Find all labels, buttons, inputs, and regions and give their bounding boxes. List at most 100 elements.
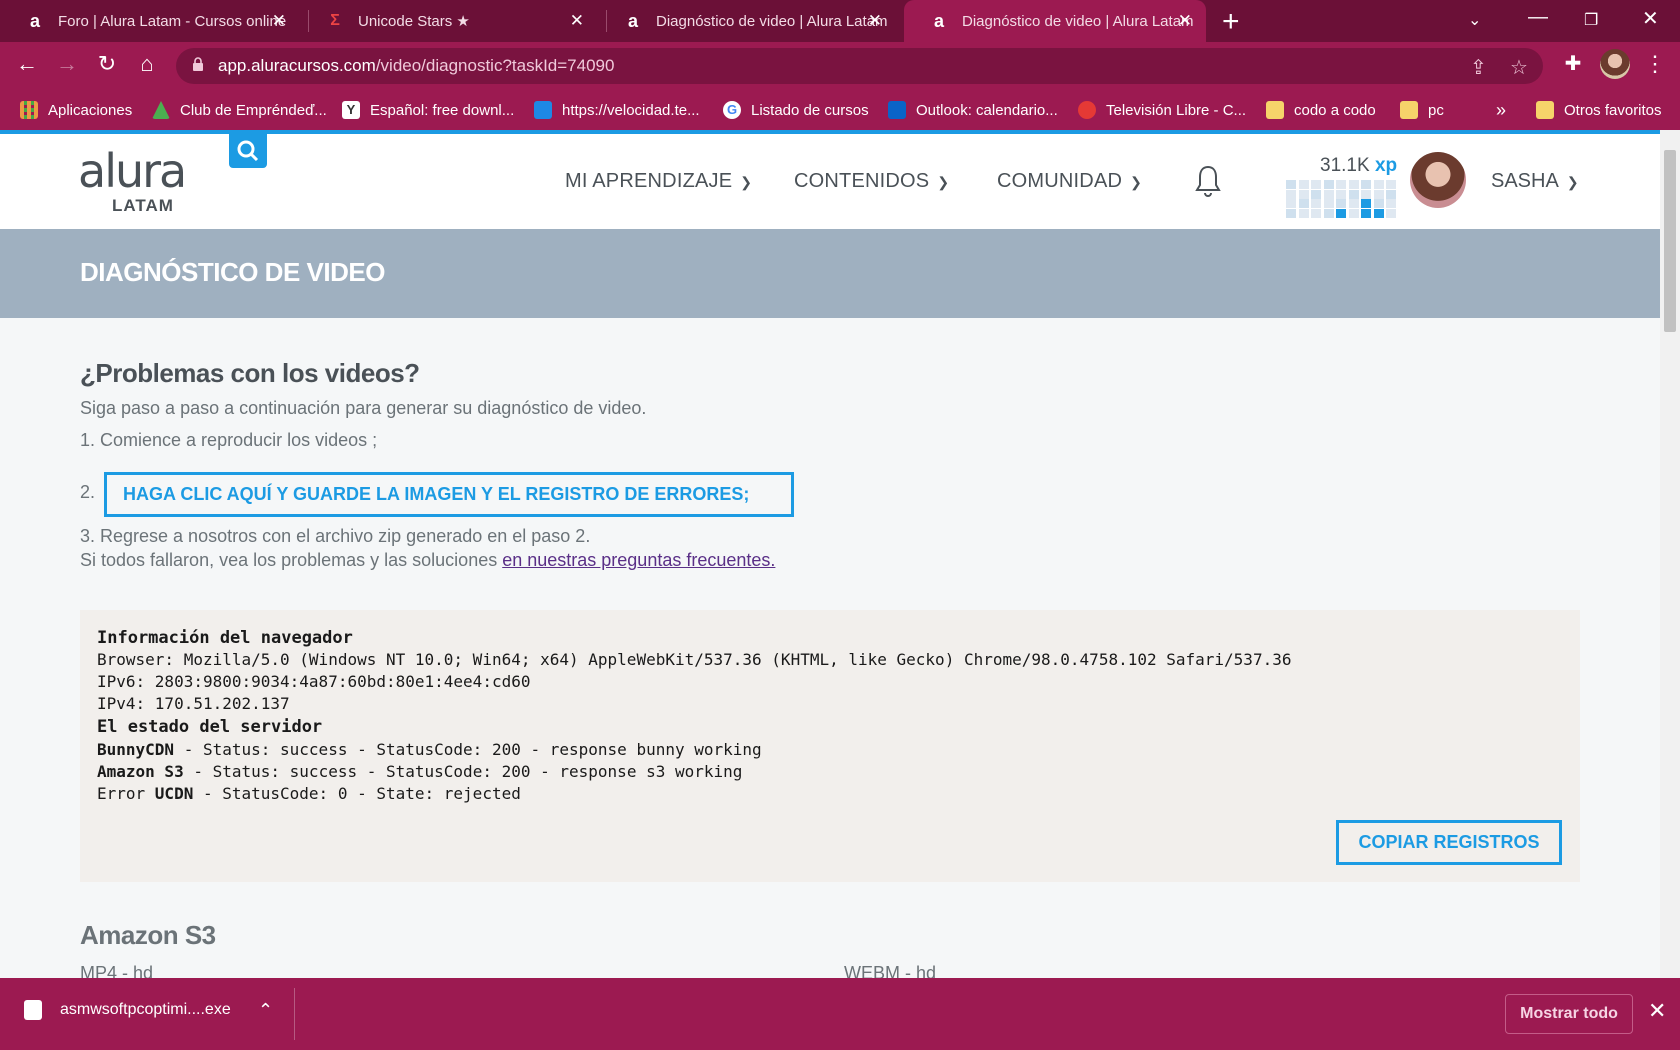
page-title: DIAGNÓSTICO DE VIDEO — [80, 257, 385, 287]
tab-foro[interactable]: a Foro | Alura Latam - Cursos online ✕ — [0, 0, 300, 42]
home-icon[interactable]: ⌂ — [132, 51, 162, 77]
nav-mi-aprendizaje[interactable]: MI APRENDIZAJE ❯ — [565, 170, 752, 193]
bookmark-club[interactable]: Club de Empréndeď... — [152, 90, 327, 130]
log-ipv6: IPv6: 2803:9800:9034:4a87:60bd:80e1:4ee4… — [97, 672, 531, 691]
toolbar: ← → ↻ ⌂ app.aluracursos.com/video/diagno… — [0, 42, 1680, 90]
bookmark-star-icon[interactable]: ☆ — [1510, 55, 1528, 80]
lock-icon — [193, 57, 203, 71]
tab-title: Unicode Stars ★ — [358, 13, 470, 30]
xp-cell — [1336, 189, 1346, 199]
search-icon — [237, 140, 259, 162]
bookmark-apps[interactable]: Aplicaciones — [20, 90, 132, 130]
bookmark-label: Televisión Libre - C... — [1106, 101, 1247, 119]
tab-search-chevron-icon[interactable]: ⌄ — [1468, 10, 1481, 30]
bookmarks-bar: Aplicaciones Club de Empréndeď... Y Espa… — [0, 90, 1680, 130]
sigma-icon: Σ — [330, 12, 340, 29]
web-page: alura LATAM MI APRENDIZAJE ❯ CONTENIDOS ❯ … — [0, 130, 1660, 978]
address-bar[interactable]: app.aluracursos.com/video/diagnostic?tas… — [176, 48, 1543, 84]
new-tab-button[interactable]: + — [1222, 5, 1240, 39]
save-log-button[interactable]: HAGA CLIC AQUÍ Y GUARDE LA IMAGEN Y EL R… — [104, 472, 794, 517]
bookmark-label: pc — [1428, 101, 1444, 119]
url-host: app.aluracursos.com — [218, 56, 376, 75]
window-close-icon[interactable]: ✕ — [1642, 6, 1659, 31]
log-ucdn-name: UCDN — [154, 784, 194, 803]
faq-link[interactable]: en nuestras preguntas frecuentes. — [502, 550, 775, 570]
chevron-up-icon[interactable]: ⌃ — [258, 1000, 273, 1021]
bookmark-label: Listado de cursos — [751, 101, 869, 119]
bookmark-label: Español: free downl... — [370, 101, 515, 119]
restore-icon[interactable]: ❐ — [1584, 10, 1598, 30]
nav-contenidos[interactable]: CONTENIDOS ❯ — [794, 170, 949, 193]
bookmark-outlook[interactable]: Outlook: calendario... — [888, 90, 1058, 130]
minimize-icon[interactable]: — — [1528, 6, 1548, 29]
alura-icon: a — [627, 10, 638, 31]
log-server-heading: El estado del servidor — [97, 717, 323, 737]
xp-cell — [1286, 189, 1296, 199]
download-item[interactable]: asmwsoftpcoptimi....exe — [24, 1000, 231, 1020]
xp-cell — [1336, 208, 1346, 218]
xp-cell — [1298, 208, 1309, 218]
folder-icon — [1266, 101, 1284, 119]
bookmark-label: Club de Empréndeď... — [180, 101, 327, 119]
xp-cell — [1298, 180, 1309, 189]
bell-icon[interactable] — [1194, 164, 1222, 198]
profile-avatar[interactable] — [1600, 49, 1630, 79]
other-bookmarks[interactable]: Otros favoritos — [1536, 90, 1662, 130]
tab-diagnostico-1[interactable]: a Diagnóstico de video | Alura Latam ✕ — [598, 0, 896, 42]
xp-cell — [1311, 189, 1321, 199]
menu-kebab-icon[interactable]: ⋮ — [1640, 51, 1670, 77]
bookmark-codo-a-codo[interactable]: codo a codo — [1266, 90, 1376, 130]
xp-counter: 31.1K xp — [1320, 155, 1397, 177]
log-browser-heading: Información del navegador — [97, 628, 353, 648]
xp-cell — [1373, 189, 1384, 199]
extensions-icon[interactable]: ✚ — [1558, 51, 1588, 76]
scrollbar-thumb[interactable] — [1664, 150, 1676, 332]
bookmark-pc[interactable]: pc — [1400, 90, 1444, 130]
tab-diagnostico-active[interactable]: a Diagnóstico de video | Alura Latam ✕ — [904, 0, 1206, 42]
logo-main-text: alura — [78, 144, 187, 198]
bookmark-label: Otros favoritos — [1564, 101, 1662, 119]
xp-cell — [1348, 199, 1359, 208]
avatar[interactable] — [1410, 152, 1466, 208]
user-menu[interactable]: SASHA ❯ — [1491, 170, 1579, 193]
tab-unicode-stars[interactable]: Σ Unicode Stars ★ ✕ — [300, 0, 598, 42]
speed-icon — [534, 101, 552, 119]
close-icon[interactable]: ✕ — [1648, 998, 1666, 1024]
faq-prefix: Si todos fallaron, vea los problemas y l… — [80, 550, 503, 570]
close-icon[interactable]: ✕ — [570, 11, 584, 31]
close-icon[interactable]: ✕ — [1178, 11, 1192, 31]
bookmark-listado[interactable]: G Listado de cursos — [723, 90, 869, 130]
chevron-down-icon: ❯ — [1130, 174, 1143, 190]
reload-icon[interactable]: ↻ — [92, 51, 122, 77]
copy-logs-button[interactable]: COPIAR REGISTROS — [1336, 820, 1562, 865]
y-icon: Y — [342, 101, 360, 119]
faq-line: Si todos fallaron, vea los problemas y l… — [80, 550, 775, 571]
share-icon[interactable]: ⇪ — [1470, 55, 1487, 80]
xp-cell — [1386, 189, 1396, 199]
bookmark-espanol[interactable]: Y Español: free downl... — [342, 90, 514, 130]
xp-cell — [1323, 208, 1334, 218]
bookmark-television[interactable]: Televisión Libre - C... — [1078, 90, 1246, 130]
alura-logo[interactable]: alura LATAM — [78, 144, 187, 215]
show-all-button[interactable]: Mostrar todo — [1505, 994, 1633, 1034]
xp-cell — [1323, 199, 1334, 208]
bookmarks-overflow-button[interactable]: » — [1496, 90, 1506, 130]
bookmark-velocidad[interactable]: https://velocidad.te... — [534, 90, 700, 130]
xp-cell — [1298, 189, 1309, 199]
logo-sub-text: LATAM — [112, 196, 174, 215]
nav-label: MI APRENDIZAJE — [565, 170, 733, 192]
log-s3-status: - Status: success - StatusCode: 200 - re… — [183, 762, 743, 781]
chevron-down-icon: ❯ — [937, 174, 950, 190]
step-3-text: 3. Regrese a nosotros con el archivo zip… — [80, 526, 591, 546]
xp-activity-grid — [1286, 180, 1398, 218]
close-icon[interactable]: ✕ — [272, 11, 286, 31]
nav-comunidad[interactable]: COMUNIDAD ❯ — [997, 170, 1142, 193]
tab-strip: a Foro | Alura Latam - Cursos online ✕ Σ… — [0, 0, 1680, 42]
back-icon[interactable]: ← — [12, 51, 42, 77]
search-button[interactable] — [229, 134, 267, 168]
forward-icon[interactable]: → — [52, 51, 82, 77]
close-icon[interactable]: ✕ — [868, 11, 882, 31]
log-ucdn-line: Error UCDN - StatusCode: 0 - State: reje… — [97, 784, 521, 803]
scrollbar[interactable] — [1660, 130, 1680, 978]
xp-cell — [1373, 180, 1384, 189]
